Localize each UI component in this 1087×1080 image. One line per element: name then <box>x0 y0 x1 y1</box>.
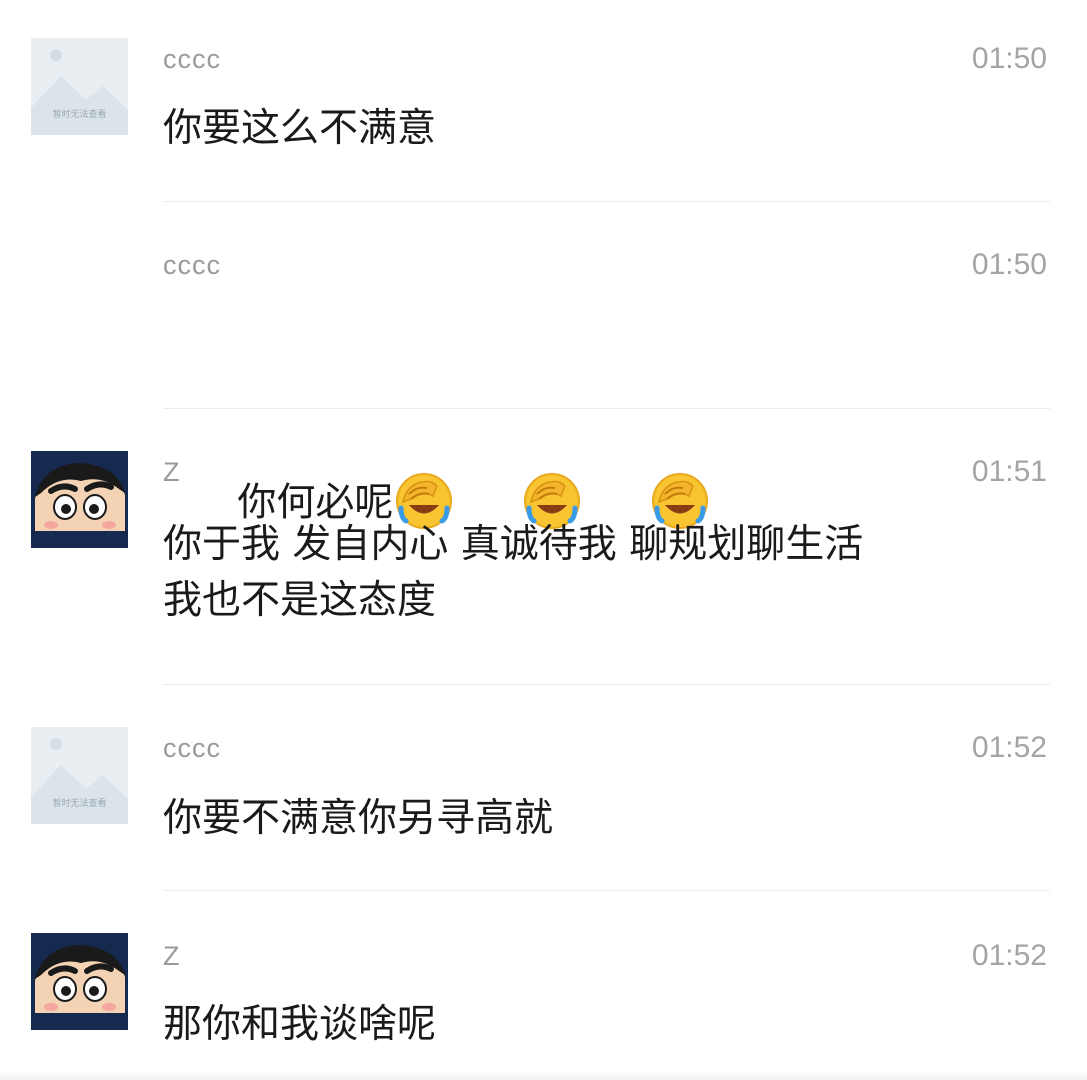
crayon-shin-chan-avatar-icon <box>31 451 128 548</box>
sender-name: Z <box>163 457 181 487</box>
message-text: 那你和我谈啥呢 <box>163 1002 437 1047</box>
sender-name: cccc <box>163 733 221 763</box>
message-item: 暂时无法查看 cccc 01:52 你要不满意你另寻高就 <box>0 685 1087 891</box>
sender-name: Z <box>163 941 181 971</box>
chat-message-list[interactable]: 暂时无法查看 cccc 01:50 你要这么不满意 cccc 01:50 你何必… <box>0 0 1087 1080</box>
sender-name: cccc <box>163 250 221 280</box>
message-time: 01:51 <box>971 455 1047 488</box>
image-placeholder-icon <box>31 38 128 135</box>
message-item: Z 01:51 你于我 发自内心 真诚待我 聊规划聊生活 我也不是这态度 <box>0 409 1087 685</box>
message-time: 01:50 <box>971 248 1047 281</box>
message-item: 暂时无法查看 cccc 01:50 你要这么不满意 <box>0 0 1087 202</box>
bottom-edge <box>0 1070 1087 1080</box>
sender-name: cccc <box>163 44 221 74</box>
message-text: 你要这么不满意 <box>163 106 437 151</box>
message-item: cccc 01:50 你何必呢 <box>0 202 1087 529</box>
avatar-placeholder-label: 暂时无法查看 <box>52 799 107 809</box>
message-time: 01:50 <box>971 42 1047 75</box>
image-placeholder-icon <box>31 727 128 824</box>
crayon-shin-chan-avatar-icon <box>31 933 128 1030</box>
message-text: 你于我 发自内心 真诚待我 聊规划聊生活 我也不是这态度 <box>163 522 864 623</box>
avatar-placeholder-label: 暂时无法查看 <box>52 110 107 120</box>
message-time: 01:52 <box>971 731 1047 764</box>
avatar[interactable] <box>31 451 128 548</box>
message-time: 01:52 <box>971 939 1047 972</box>
avatar[interactable]: 暂时无法查看 <box>31 38 128 135</box>
message-item: Z 01:52 那你和我谈啥呢 <box>0 891 1087 1080</box>
avatar[interactable]: 暂时无法查看 <box>31 727 128 824</box>
message-text: 你要不满意你另寻高就 <box>163 796 554 841</box>
avatar[interactable] <box>31 933 128 1030</box>
